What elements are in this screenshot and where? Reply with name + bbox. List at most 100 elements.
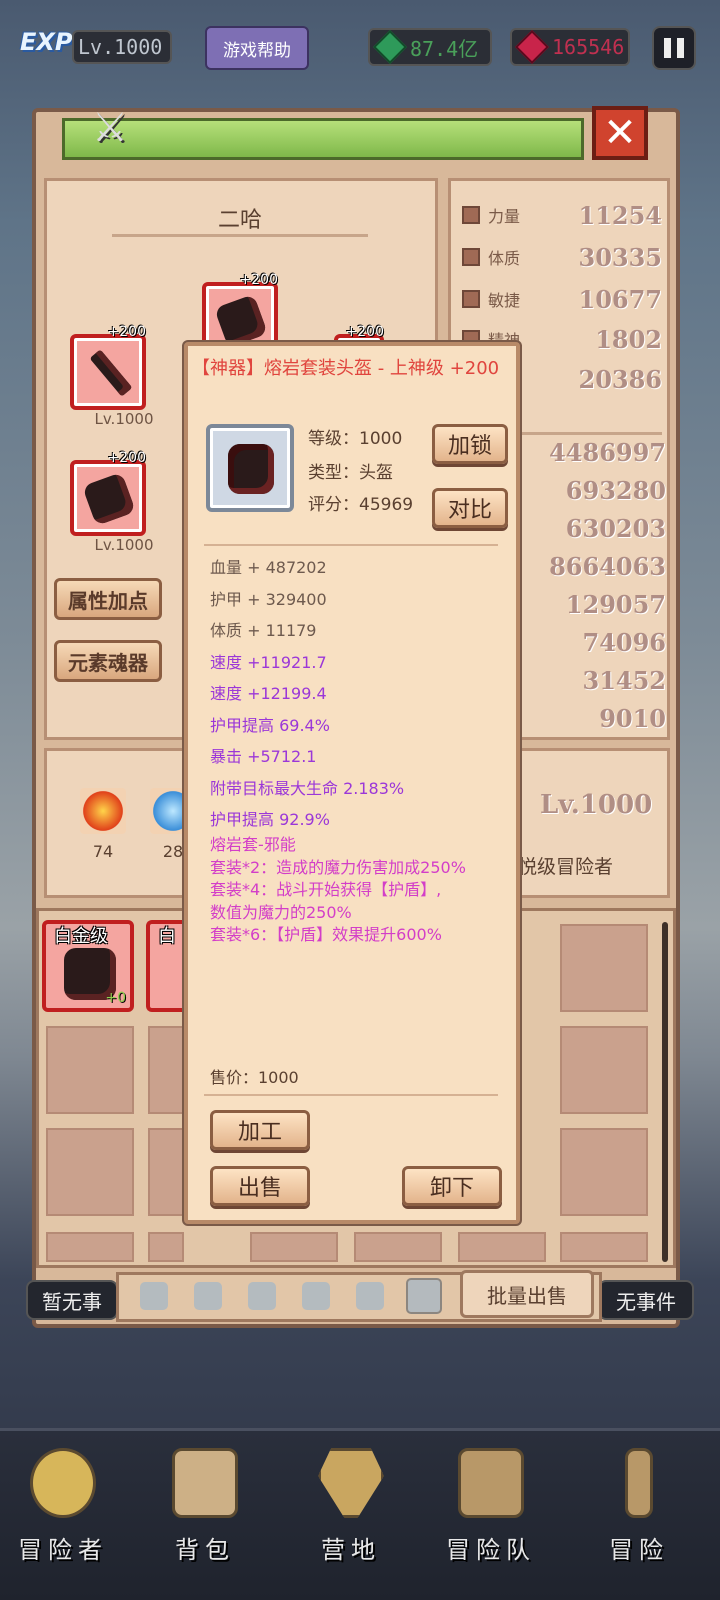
- inventory-slot[interactable]: [46, 1128, 134, 1216]
- gloves-slot[interactable]: +200: [70, 450, 146, 536]
- ruby-icon: [515, 30, 549, 64]
- exp-logo: EXP: [20, 28, 73, 56]
- sword-icon: [625, 1448, 653, 1518]
- heart-icon: [462, 248, 480, 266]
- element-soul-button[interactable]: 元素魂器: [54, 640, 162, 682]
- weapon-level: Lv.1000: [94, 410, 154, 428]
- character-name: 二哈: [217, 208, 262, 233]
- item-attribute: 速度 +12199.4: [210, 684, 327, 703]
- divider: [204, 1094, 498, 1096]
- character-level: Lv.1000: [540, 790, 653, 820]
- set-bonus-line: 套装*4：战斗开始获得【护盾】,: [210, 880, 442, 899]
- sale-price: 售价：1000: [210, 1068, 299, 1087]
- nav-team[interactable]: 冒险队: [436, 1448, 546, 1588]
- divider: [204, 544, 498, 546]
- divider: [112, 234, 368, 237]
- red-currency: 165546: [510, 28, 630, 66]
- stat-constitution: 体质 30335: [462, 238, 662, 276]
- item-attribute: 血量 + 487202: [210, 558, 327, 577]
- player-level: Lv.1000: [72, 30, 172, 64]
- emerald-icon: [373, 30, 407, 64]
- left-event-status: 暂无事: [26, 1280, 118, 1320]
- inventory-slot[interactable]: [148, 1128, 184, 1216]
- weapon-slot[interactable]: +200: [70, 324, 146, 410]
- item-score: 评分：45969: [308, 495, 414, 515]
- item-attribute: 护甲提高 69.4%: [210, 715, 330, 735]
- inventory-scrollbar[interactable]: [662, 922, 668, 1262]
- helmet-icon: [214, 294, 268, 348]
- set-bonus-line: 熔岩套-邪能: [210, 835, 296, 854]
- item-attribute: 护甲提高 92.9%: [210, 810, 330, 829]
- sell-button[interactable]: 出售: [210, 1166, 310, 1206]
- nav-adventurer[interactable]: 冒险者: [8, 1448, 118, 1588]
- stat-value: 31452: [582, 666, 667, 695]
- pants-filter-icon[interactable]: [356, 1282, 384, 1310]
- sword-icon: [89, 349, 133, 397]
- stat-value: 4486997: [549, 438, 666, 467]
- batch-sell-button[interactable]: 批量出售: [460, 1270, 594, 1318]
- inventory-slot[interactable]: [560, 1026, 648, 1114]
- nav-adventure[interactable]: 冒险: [584, 1448, 694, 1588]
- inventory-slot[interactable]: [148, 1026, 184, 1114]
- helmet-filter-icon[interactable]: [248, 1282, 276, 1310]
- green-currency-value: 87.4亿: [410, 36, 479, 61]
- stat-value: 630203: [565, 514, 666, 543]
- item-title: 【神器】熔岩套装头盔 - 上神级 +200: [192, 358, 500, 379]
- inventory-slot[interactable]: [560, 1128, 648, 1216]
- item-thumbnail: [206, 424, 294, 512]
- inventory-slot[interactable]: [148, 1232, 184, 1262]
- gloves-icon: [82, 472, 136, 526]
- inventory-slot[interactable]: [46, 1026, 134, 1114]
- fire-element-icon[interactable]: [80, 788, 126, 834]
- inventory-slot[interactable]: [354, 1232, 442, 1262]
- book-icon: [458, 1448, 524, 1518]
- fire-element-count: 74: [92, 842, 114, 861]
- inventory-slot[interactable]: [560, 1232, 648, 1262]
- inventory-slot[interactable]: [46, 1232, 134, 1262]
- weapon-filter-icon[interactable]: [140, 1282, 168, 1310]
- gloves-level: Lv.1000: [94, 536, 154, 554]
- banner-icon: [318, 1448, 384, 1518]
- inventory-slot[interactable]: [458, 1232, 546, 1262]
- stat-value: 9010: [599, 704, 666, 733]
- helmet-icon: [228, 444, 274, 494]
- game-help-button[interactable]: 游戏帮助: [205, 26, 309, 70]
- set-bonus-line: 数值为魔力的250%: [210, 902, 352, 922]
- inventory-item[interactable]: 白金级 +0: [42, 920, 134, 1012]
- pause-button[interactable]: [652, 26, 696, 70]
- right-event-status: 无事件: [598, 1280, 694, 1320]
- armor-filter-icon[interactable]: [302, 1282, 330, 1310]
- item-level: 等级：1000: [308, 429, 403, 449]
- accessory-filter-icon[interactable]: [406, 1278, 442, 1314]
- window-title-bar: [62, 118, 584, 160]
- adventurer-rank: 悦级冒险者: [518, 856, 614, 878]
- green-currency: 87.4亿: [368, 28, 492, 66]
- backpack-icon: [172, 1448, 238, 1518]
- inventory-slot[interactable]: [560, 924, 648, 1012]
- strength-icon: [462, 206, 480, 224]
- unequip-button[interactable]: 卸下: [402, 1166, 502, 1206]
- item-attribute: 暴击 +5712.1: [210, 747, 317, 766]
- set-bonus-line: 套装*2：造成的魔力伤害加成250%: [210, 857, 466, 877]
- shield-filter-icon[interactable]: [194, 1282, 222, 1310]
- attribute-points-button[interactable]: 属性加点: [54, 578, 162, 620]
- boot-icon: [462, 290, 480, 308]
- process-button[interactable]: 加工: [210, 1110, 310, 1150]
- set-bonus-line: 套装*6：【护盾】效果提升600%: [210, 925, 442, 944]
- crossed-swords-icon: ⚔: [92, 105, 128, 151]
- close-button[interactable]: ✕: [592, 106, 648, 160]
- nav-backpack[interactable]: 背包: [150, 1448, 260, 1588]
- red-currency-value: 165546: [552, 35, 625, 59]
- item-attribute: 附带目标最大生命 2.183%: [210, 778, 405, 798]
- stat-value: 693280: [565, 476, 666, 505]
- stat-agility: 敏捷 10677: [462, 280, 662, 318]
- lock-button[interactable]: 加锁: [432, 424, 508, 464]
- inventory-slot[interactable]: [250, 1232, 338, 1262]
- crown-icon: [30, 1448, 96, 1518]
- pause-icon: [664, 38, 671, 58]
- compare-button[interactable]: 对比: [432, 488, 508, 528]
- stat-value: 74096: [582, 628, 667, 657]
- nav-camp[interactable]: 营地: [296, 1448, 406, 1588]
- stat-value: 129057: [565, 590, 666, 619]
- item-type: 类型：头盔: [308, 463, 393, 483]
